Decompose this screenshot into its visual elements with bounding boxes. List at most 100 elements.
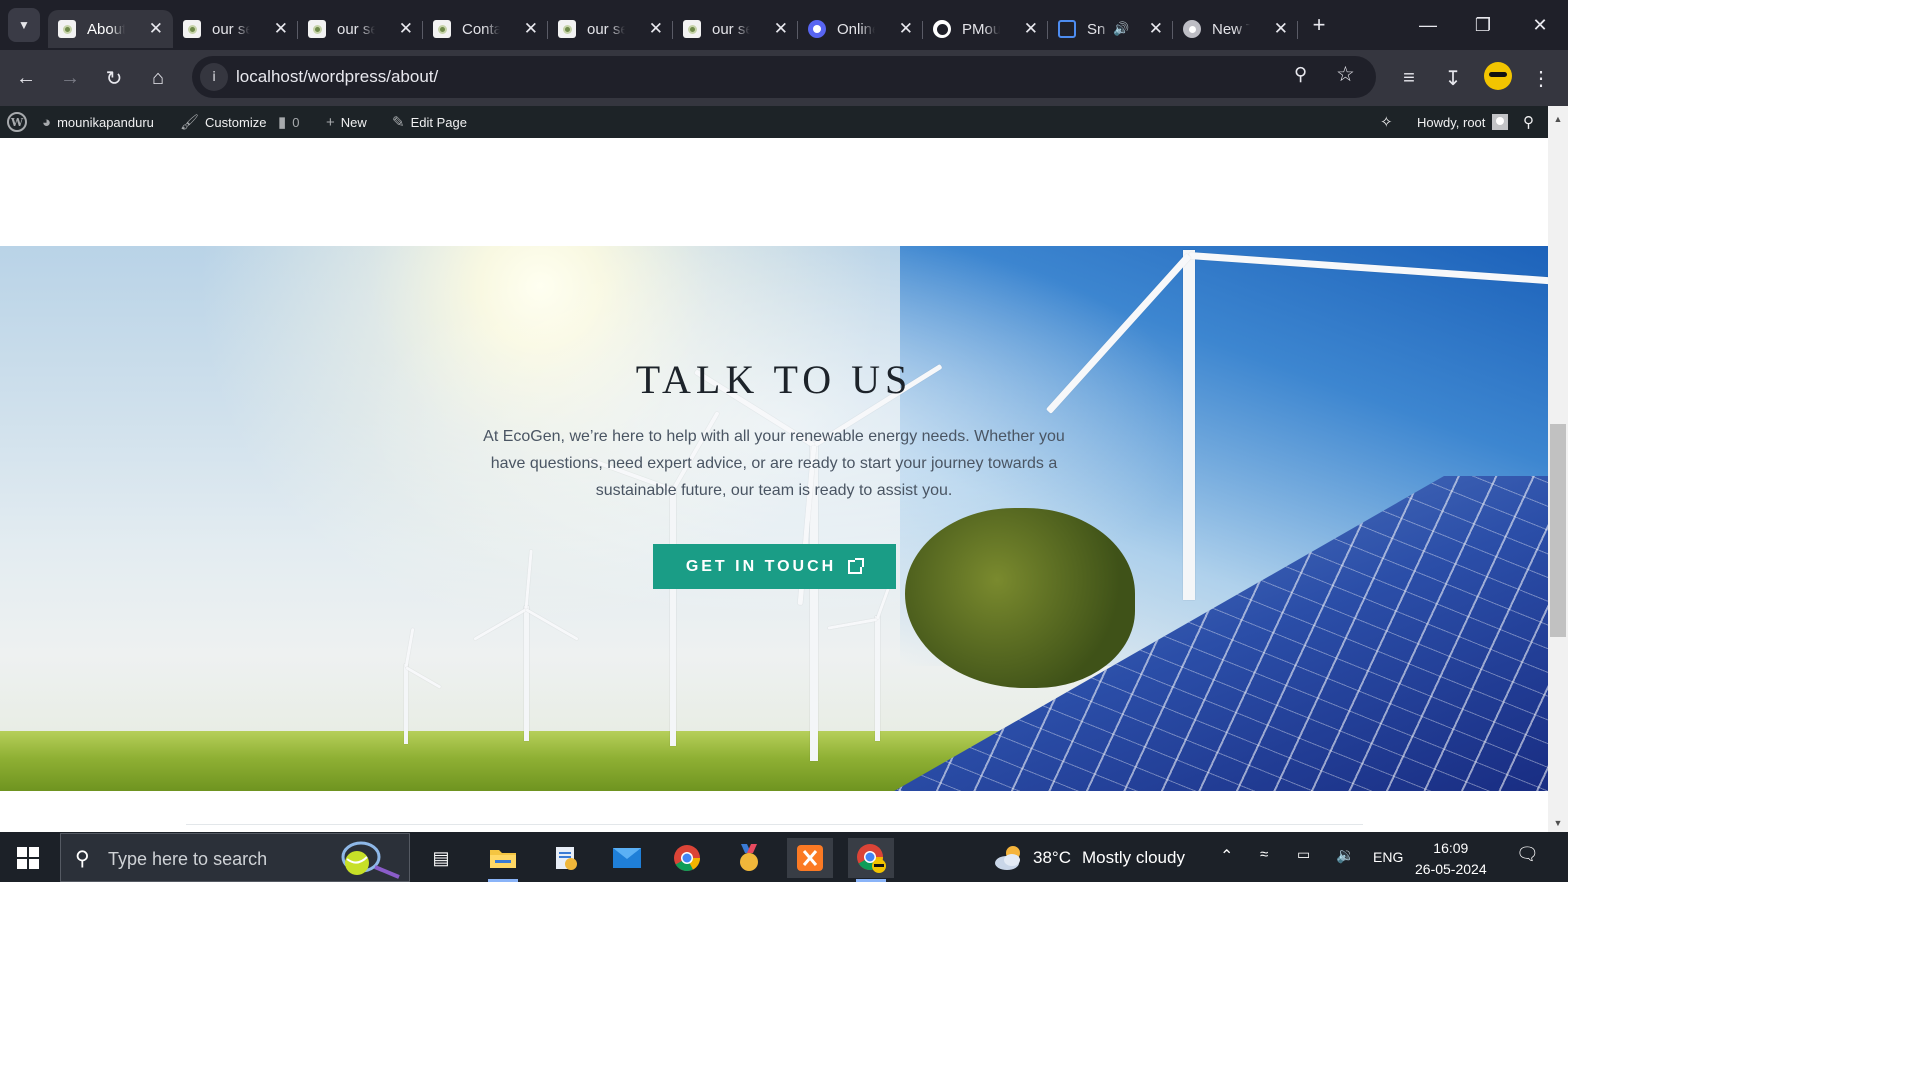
close-window-button[interactable]: ✕ [1520, 8, 1560, 42]
xampp-app-button[interactable] [787, 838, 833, 878]
notifications-icon[interactable]: 🗨 [1516, 844, 1539, 865]
chrome-profile-app-button[interactable] [848, 838, 894, 882]
rewards-app-button[interactable] [726, 838, 772, 878]
notepad-app-button[interactable] [542, 838, 588, 878]
reading-list-button[interactable]: ≡ [1393, 62, 1425, 94]
tennis-racket-icon [341, 841, 400, 879]
clock-date: 26-05-2024 [1415, 861, 1487, 877]
chrome-app-button[interactable] [664, 838, 710, 878]
tab-github[interactable]: PMou ✕ [923, 10, 1048, 48]
reload-icon: ↻ [105, 67, 123, 90]
clock[interactable]: 16:09 26-05-2024 [1415, 838, 1487, 880]
chrome-icon [1183, 20, 1201, 38]
tab-contact[interactable]: Conta ✕ [423, 10, 548, 48]
mail-app-button[interactable] [604, 838, 650, 878]
taskbar-search-box[interactable]: ⚲ Type here to search [60, 833, 410, 882]
language-indicator[interactable]: ENG [1373, 849, 1403, 865]
pencil-icon: ✎ [392, 114, 405, 131]
search-placeholder: Type here to search [108, 849, 268, 869]
edit-page-link[interactable]: ✎ Edit Page [392, 106, 467, 138]
tab-title: Sn [1087, 20, 1106, 38]
tab-our-services-3[interactable]: our se ✕ [548, 10, 673, 48]
chrome-icon [857, 844, 886, 873]
home-button[interactable]: ⌂ [142, 62, 174, 94]
downloads-button[interactable]: ↧ [1437, 62, 1469, 94]
site-info-icon[interactable]: i [200, 63, 228, 91]
download-icon: ↧ [1444, 67, 1462, 90]
scroll-down-arrow-icon[interactable]: ▼ [1551, 816, 1565, 830]
forward-button[interactable]: → [54, 62, 86, 94]
comments-link[interactable]: ▮ 0 [278, 106, 300, 138]
site-favicon-icon [683, 20, 701, 38]
show-hidden-icons-chevron-up-icon[interactable]: ⌃ [1220, 846, 1233, 866]
document-app-icon [556, 847, 577, 870]
weather-widget[interactable]: 38°C Mostly cloudy [1033, 848, 1185, 868]
zoom-icon[interactable]: ⚲ [1294, 64, 1307, 85]
battery-icon[interactable]: ▭ [1297, 846, 1310, 863]
wp-admin-bar: W ◕ mounikapanduru 🖌 Customize ▮ 0 + New… [0, 106, 1548, 138]
scroll-up-arrow-icon[interactable]: ▲ [1551, 112, 1565, 126]
site-favicon-icon [183, 20, 201, 38]
wind-turbine [875, 616, 880, 741]
reload-button[interactable]: ↻ [98, 62, 130, 94]
plus-icon: + [326, 113, 335, 131]
browser-menu-button[interactable]: ⋮ [1525, 62, 1557, 94]
new-tab-button[interactable]: + [1306, 10, 1332, 40]
minimize-button[interactable]: — [1408, 8, 1448, 42]
profile-avatar[interactable] [1484, 62, 1512, 90]
restore-icon: ❐ [1474, 14, 1492, 35]
get-in-touch-button[interactable]: GET IN TOUCH [652, 544, 896, 589]
tab-sn[interactable]: Sn 🔊 ✕ [1048, 10, 1173, 48]
new-content-link[interactable]: + New [326, 106, 367, 138]
ai-assistant-button[interactable]: ✧ [1380, 106, 1399, 138]
comment-icon: ▮ [278, 114, 287, 131]
scrollbar-thumb[interactable] [1550, 424, 1566, 637]
tab-title: our se [337, 20, 375, 38]
medal-icon [740, 844, 758, 871]
avatar [1492, 114, 1509, 130]
tab-new-tab[interactable]: New T ✕ [1173, 10, 1298, 48]
home-icon: ⌂ [151, 66, 165, 89]
close-tab-icon[interactable]: ✕ [649, 19, 663, 39]
close-tab-icon[interactable]: ✕ [774, 19, 788, 39]
back-button[interactable]: ← [10, 62, 42, 94]
tab-our-services-2[interactable]: our se ✕ [298, 10, 423, 48]
task-view-button[interactable]: ▤ [418, 838, 464, 878]
my-account-menu[interactable]: Howdy, root [1417, 106, 1509, 138]
wp-menu[interactable]: W [7, 106, 27, 138]
close-tab-icon[interactable]: ✕ [274, 19, 288, 39]
address-bar[interactable]: i localhost/wordpress/about/ ⚲ ☆ [192, 56, 1376, 98]
wind-turbine [1183, 250, 1195, 600]
windows-start-button[interactable] [17, 847, 39, 869]
close-tab-icon[interactable]: ✕ [1149, 19, 1163, 39]
audio-playing-icon[interactable]: 🔊 [1113, 21, 1129, 37]
close-tab-icon[interactable]: ✕ [149, 19, 163, 39]
close-tab-icon[interactable]: ✕ [1024, 19, 1038, 39]
tab-search-button[interactable]: ▼ [8, 8, 40, 42]
volume-icon[interactable]: 🔉 [1336, 846, 1355, 864]
weather-temp: 38°C [1033, 848, 1071, 867]
weather-cloud-icon[interactable] [994, 844, 1024, 872]
task-view-icon: ▤ [432, 847, 450, 868]
restore-button[interactable]: ❐ [1463, 8, 1503, 42]
tab-our-services-1[interactable]: our se ✕ [173, 10, 298, 48]
comments-count: 0 [292, 114, 300, 130]
talk-to-us-section: TALK TO US At EcoGen, we’re here to help… [0, 246, 1548, 791]
bookmark-star-icon[interactable]: ☆ [1336, 62, 1355, 87]
file-explorer-button[interactable] [480, 838, 526, 882]
close-tab-icon[interactable]: ✕ [1274, 19, 1288, 39]
close-icon: ✕ [1532, 14, 1548, 35]
close-tab-icon[interactable]: ✕ [399, 19, 413, 39]
tab-online[interactable]: Online ✕ [798, 10, 923, 48]
url-text[interactable]: localhost/wordpress/about/ [236, 67, 438, 87]
network-icon[interactable]: ≈ [1260, 846, 1268, 863]
tab-our-services-4[interactable]: our se ✕ [673, 10, 798, 48]
site-favicon-icon [308, 20, 326, 38]
tab-title: About [87, 20, 125, 38]
site-name-link[interactable]: ◕ mounikapanduru [42, 106, 154, 138]
admin-search-button[interactable]: ⚲ [1523, 106, 1540, 138]
close-tab-icon[interactable]: ✕ [524, 19, 538, 39]
customize-link[interactable]: 🖌 Customize [180, 106, 266, 138]
close-tab-icon[interactable]: ✕ [899, 19, 913, 39]
tab-about[interactable]: About ✕ [48, 10, 173, 48]
